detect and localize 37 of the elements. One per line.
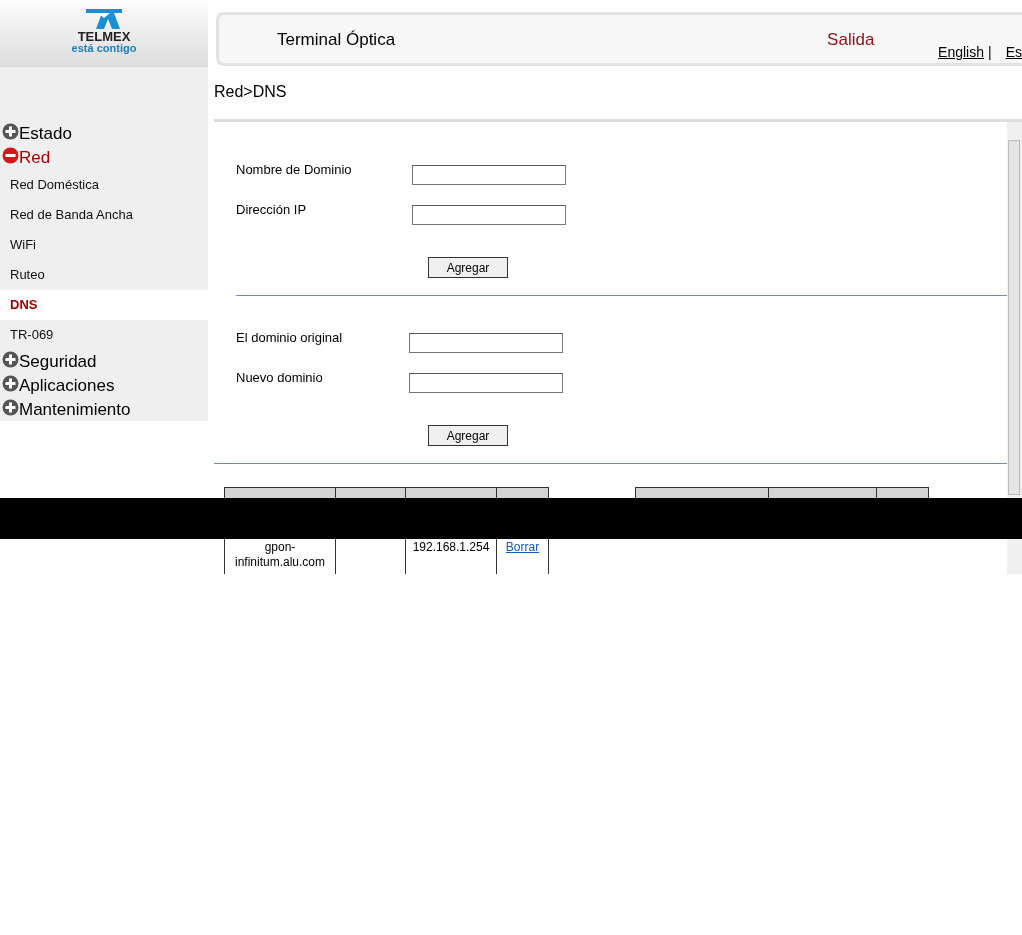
field-label: Nombre de Dominio: [236, 162, 353, 178]
sidebar-section[interactable]: Seguridad: [19, 351, 97, 373]
add-button[interactable]: Agregar: [428, 257, 508, 278]
field-label: El dominio original: [236, 330, 344, 346]
logout-link[interactable]: Salida: [827, 30, 875, 63]
add-button[interactable]: Agregar: [428, 425, 508, 446]
logo-tagline: está contigo: [71, 43, 137, 54]
language-link[interactable]: Es: [1005, 44, 1022, 60]
sidebar-section[interactable]: Estado: [19, 123, 72, 145]
sidebar-section[interactable]: Red: [19, 147, 51, 169]
field-label: Dirección IP: [236, 202, 308, 218]
plus-icon[interactable]: [2, 399, 19, 416]
plus-icon[interactable]: [2, 351, 19, 368]
sidebar-item[interactable]: TR-069: [0, 320, 208, 350]
field-label: Nuevo dominio: [236, 370, 324, 386]
logo-icon: [84, 9, 124, 29]
plus-icon[interactable]: [2, 123, 19, 140]
page-title: Terminal Óptica: [277, 30, 396, 51]
plus-icon[interactable]: [2, 375, 19, 392]
language-link[interactable]: English: [938, 44, 984, 60]
sidebar-item[interactable]: Red Doméstica: [0, 170, 208, 200]
logo-brand: TELMEX: [77, 30, 131, 43]
separator: |: [988, 44, 992, 60]
input-field[interactable]: [412, 165, 566, 185]
delete-link[interactable]: Borrar: [505, 540, 540, 554]
breadcrumb: Red>DNS: [214, 83, 288, 102]
minus-icon[interactable]: [2, 147, 19, 164]
sidebar-item[interactable]: WiFi: [0, 230, 208, 260]
sidebar-item[interactable]: Red de Banda Ancha: [0, 200, 208, 230]
scrollbar[interactable]: [1007, 122, 1022, 574]
sidebar-section[interactable]: Mantenimiento: [19, 399, 131, 421]
input-field[interactable]: [412, 205, 566, 225]
input-field[interactable]: [409, 333, 563, 353]
input-field[interactable]: [409, 373, 563, 393]
sidebar-section[interactable]: Aplicaciones: [19, 375, 115, 397]
sidebar-item[interactable]: Ruteo: [0, 260, 208, 290]
sidebar-item[interactable]: DNS: [0, 290, 208, 320]
